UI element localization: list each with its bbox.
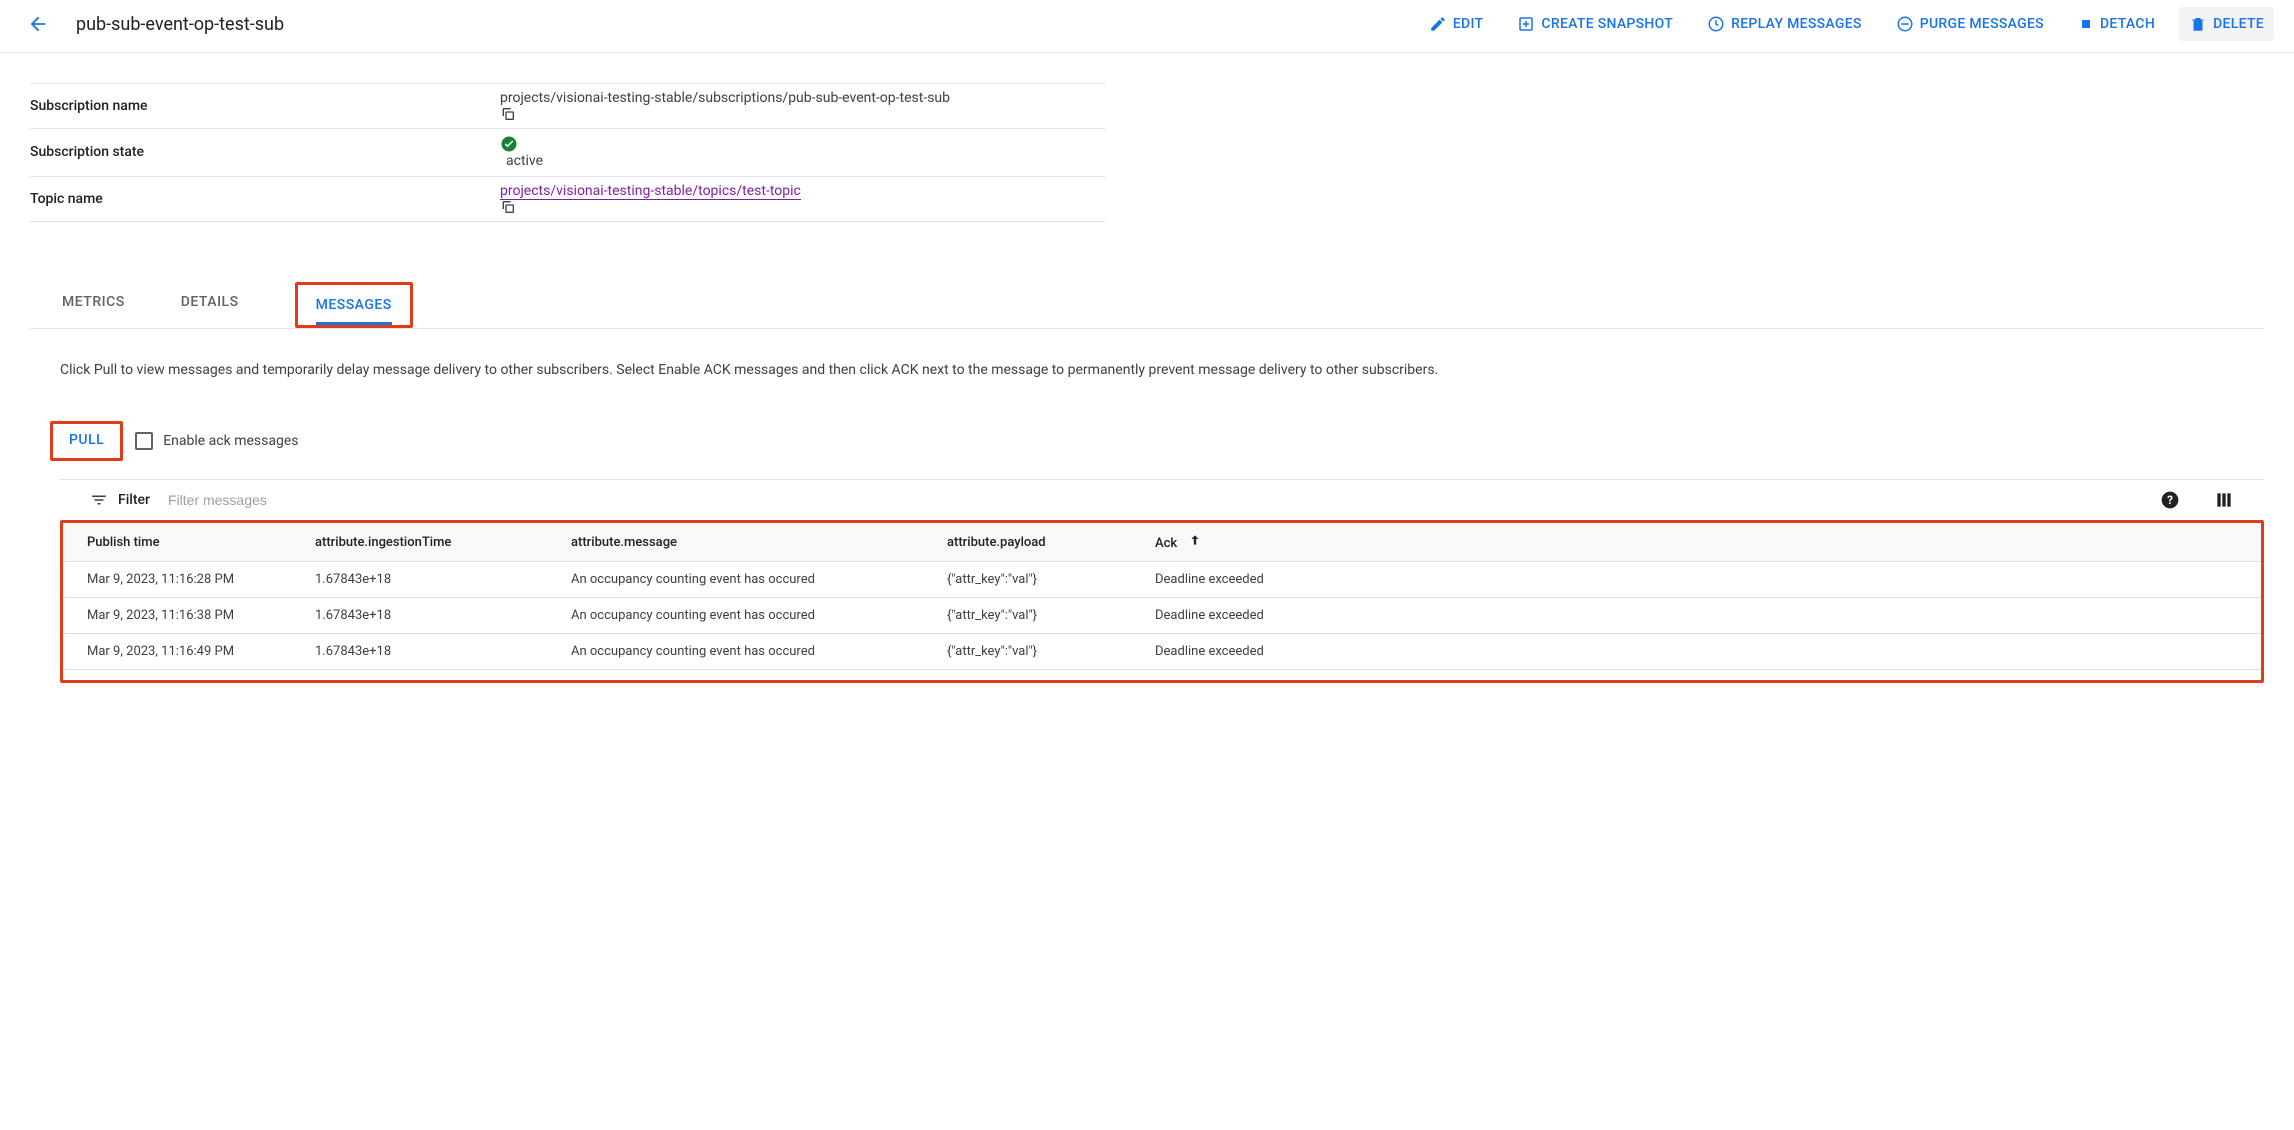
cell-ingestion_time: 1.67843e+18: [303, 598, 559, 634]
svg-text:?: ?: [2167, 493, 2173, 507]
subscription-state-value: active: [506, 153, 543, 169]
header-toolbar: pub-sub-event-op-test-sub EDIT CREATE SN…: [0, 0, 2294, 53]
columns-icon[interactable]: [2214, 490, 2234, 510]
highlight-messages-tab: MESSAGES: [295, 282, 413, 328]
back-button[interactable]: [20, 6, 56, 42]
replay-messages-button[interactable]: REPLAY MESSAGES: [1697, 7, 1872, 41]
col-ingestion-time[interactable]: attribute.ingestionTime: [303, 523, 559, 562]
delete-label: DELETE: [2213, 16, 2264, 32]
cell-payload: {"attr_key":"val"}: [935, 562, 1143, 598]
tabs: METRICS DETAILS MESSAGES: [30, 282, 2264, 329]
delete-button[interactable]: DELETE: [2179, 7, 2274, 41]
purge-messages-button[interactable]: PURGE MESSAGES: [1886, 7, 2054, 41]
tab-messages[interactable]: MESSAGES: [316, 285, 392, 325]
toolbar-actions: EDIT CREATE SNAPSHOT REPLAY MESSAGES PUR…: [1419, 7, 2274, 41]
detach-button[interactable]: DETACH: [2068, 8, 2165, 40]
col-payload[interactable]: attribute.payload: [935, 523, 1143, 562]
pencil-icon: [1429, 15, 1447, 33]
arrow-up-icon: [1188, 536, 1202, 551]
enable-ack-checkbox[interactable]: [135, 432, 153, 450]
cell-publish_time: Mar 9, 2023, 11:16:49 PM: [63, 634, 303, 670]
col-publish-time[interactable]: Publish time: [63, 523, 303, 562]
check-circle-icon: [500, 135, 1105, 153]
col-ack-label: Ack: [1155, 536, 1177, 551]
subscription-name-label: Subscription name: [30, 84, 500, 129]
messages-table: Publish time attribute.ingestionTime att…: [63, 523, 2261, 670]
topic-name-label: Topic name: [30, 176, 500, 221]
cell-payload: {"attr_key":"val"}: [935, 598, 1143, 634]
enable-ack-label: Enable ack messages: [163, 433, 298, 449]
tab-details[interactable]: DETAILS: [181, 282, 239, 328]
subscription-state-label: Subscription state: [30, 129, 500, 176]
cell-ack: Deadline exceeded: [1143, 598, 2261, 634]
tab-metrics[interactable]: METRICS: [62, 282, 125, 328]
table-row[interactable]: Mar 9, 2023, 11:16:38 PM1.67843e+18An oc…: [63, 598, 2261, 634]
arrow-left-icon: [27, 13, 49, 35]
cell-ack: Deadline exceeded: [1143, 562, 2261, 598]
copy-topic-name-button[interactable]: [500, 199, 1105, 215]
page-title: pub-sub-event-op-test-sub: [76, 14, 284, 35]
help-text: Click Pull to view messages and temporar…: [60, 359, 1500, 381]
replay-label: REPLAY MESSAGES: [1731, 16, 1862, 32]
create-snapshot-button[interactable]: CREATE SNAPSHOT: [1507, 7, 1683, 41]
snapshot-icon: [1517, 15, 1535, 33]
table-row[interactable]: Mar 9, 2023, 11:16:49 PM1.67843e+18An oc…: [63, 634, 2261, 670]
topic-name-link[interactable]: projects/visionai-testing-stable/topics/…: [500, 183, 801, 200]
snapshot-label: CREATE SNAPSHOT: [1541, 16, 1673, 32]
detach-label: DETACH: [2100, 16, 2155, 32]
cell-message: An occupancy counting event has occured: [559, 634, 935, 670]
cell-message: An occupancy counting event has occured: [559, 562, 935, 598]
purge-label: PURGE MESSAGES: [1920, 16, 2044, 32]
edit-button[interactable]: EDIT: [1419, 7, 1494, 41]
filter-row: Filter ?: [60, 479, 2264, 520]
cell-publish_time: Mar 9, 2023, 11:16:28 PM: [63, 562, 303, 598]
filter-input[interactable]: [168, 492, 2160, 508]
col-message[interactable]: attribute.message: [559, 523, 935, 562]
messages-panel: Click Pull to view messages and temporar…: [0, 329, 2294, 683]
filter-icon: [90, 491, 108, 509]
cell-ingestion_time: 1.67843e+18: [303, 562, 559, 598]
purge-icon: [1896, 15, 1914, 33]
subscription-name-value: projects/visionai-testing-stable/subscri…: [500, 90, 950, 106]
stop-icon: [2078, 16, 2094, 32]
cell-publish_time: Mar 9, 2023, 11:16:38 PM: [63, 598, 303, 634]
edit-label: EDIT: [1453, 16, 1484, 32]
filter-label: Filter: [118, 492, 150, 508]
cell-payload: {"attr_key":"val"}: [935, 634, 1143, 670]
trash-icon: [2189, 15, 2207, 33]
copy-subscription-name-button[interactable]: [500, 106, 1105, 122]
table-row[interactable]: Mar 9, 2023, 11:16:28 PM1.67843e+18An oc…: [63, 562, 2261, 598]
cell-ingestion_time: 1.67843e+18: [303, 634, 559, 670]
help-icon[interactable]: ?: [2160, 490, 2180, 510]
col-ack[interactable]: Ack: [1143, 523, 2261, 562]
pull-row: PULL Enable ack messages: [50, 421, 2264, 461]
highlight-pull-button: PULL: [50, 421, 123, 461]
cell-message: An occupancy counting event has occured: [559, 598, 935, 634]
pull-button[interactable]: PULL: [69, 432, 104, 448]
clock-icon: [1707, 15, 1725, 33]
highlight-messages-table: Publish time attribute.ingestionTime att…: [60, 520, 2264, 683]
details-section: Subscription name projects/visionai-test…: [0, 53, 2294, 222]
cell-ack: Deadline exceeded: [1143, 634, 2261, 670]
